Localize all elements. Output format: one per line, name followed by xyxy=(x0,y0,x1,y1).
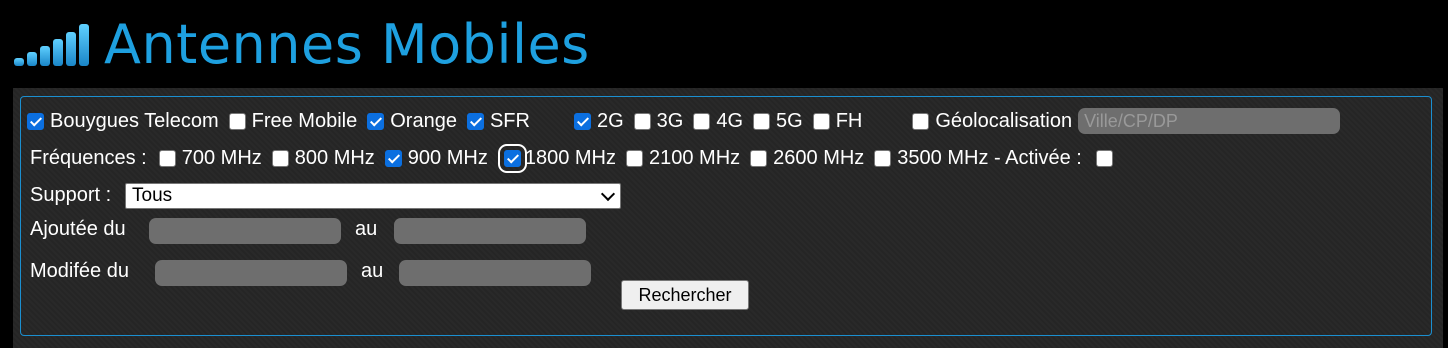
page-title: Antennes Mobiles xyxy=(104,13,590,76)
checkbox-3500mhz[interactable] xyxy=(874,150,892,167)
added-au-label: au xyxy=(355,218,378,240)
label-800mhz: 800 MHz xyxy=(294,147,375,169)
chevron-down-icon xyxy=(600,186,616,202)
checkbox-orange[interactable] xyxy=(367,112,385,130)
label-2g: 2G xyxy=(596,109,624,132)
label-sfr: SFR xyxy=(489,109,530,132)
checkbox-2100mhz[interactable] xyxy=(625,150,643,167)
support-label: Support : xyxy=(30,184,112,206)
filter-row-frequencies: Fréquences : 700 MHz 800 MHz 900 MHz 180… xyxy=(30,144,1119,173)
label-2100mhz: 2100 MHz xyxy=(648,147,741,169)
checkbox-sfr[interactable] xyxy=(466,112,484,130)
checkbox-geolocation[interactable] xyxy=(912,112,930,130)
checkbox-5g[interactable] xyxy=(753,112,771,130)
label-3500mhz: 3500 MHz - Activée : xyxy=(897,147,1082,169)
filter-row-operators: Bouygues Telecom Free Mobile Orange SFR … xyxy=(27,108,1341,134)
label-3g: 3G xyxy=(656,109,684,132)
added-from-input[interactable] xyxy=(149,218,341,244)
checkbox-1800mhz[interactable] xyxy=(497,144,527,173)
label-frequencies: Fréquences : xyxy=(30,147,147,169)
signal-bars-icon xyxy=(14,22,92,66)
header: Antennes Mobiles xyxy=(0,0,1448,88)
support-select[interactable]: Tous xyxy=(125,183,621,209)
checkbox-2600mhz[interactable] xyxy=(750,150,768,167)
checkbox-700mhz[interactable] xyxy=(158,150,176,167)
checkbox-fh[interactable] xyxy=(812,112,830,130)
label-700mhz: 700 MHz xyxy=(181,147,262,169)
label-1800mhz: 1800 MHz xyxy=(524,147,616,169)
checkbox-2g[interactable] xyxy=(573,112,591,130)
checkbox-bouygues[interactable] xyxy=(27,112,44,130)
label-free-mobile: Free Mobile xyxy=(251,109,358,132)
added-label: Ajoutée du xyxy=(30,218,126,240)
checkbox-activated[interactable] xyxy=(1095,150,1113,167)
checkbox-3g[interactable] xyxy=(633,112,651,130)
label-bouygues: Bouygues Telecom xyxy=(50,109,219,132)
search-button[interactable]: Rechercher xyxy=(621,280,749,310)
modified-label: Modifée du xyxy=(30,260,129,282)
checkbox-800mhz[interactable] xyxy=(271,150,289,167)
label-geolocation: Géolocalisation xyxy=(935,109,1073,132)
modified-to-input[interactable] xyxy=(399,260,591,286)
label-orange: Orange xyxy=(390,109,457,132)
modified-au-label: au xyxy=(361,260,384,282)
geolocation-input[interactable]: Ville/CP/DP xyxy=(1078,108,1341,134)
label-2600mhz: 2600 MHz xyxy=(773,147,865,169)
support-select-value: Tous xyxy=(132,185,173,206)
label-4g: 4G xyxy=(716,109,744,132)
label-900mhz: 900 MHz xyxy=(407,147,488,169)
label-5g: 5G xyxy=(776,109,803,132)
checkbox-900mhz[interactable] xyxy=(384,150,402,167)
label-fh: FH xyxy=(835,109,863,132)
checkbox-free-mobile[interactable] xyxy=(228,112,246,130)
added-to-input[interactable] xyxy=(394,218,586,244)
checkbox-4g[interactable] xyxy=(693,112,711,130)
modified-from-input[interactable] xyxy=(155,260,347,286)
